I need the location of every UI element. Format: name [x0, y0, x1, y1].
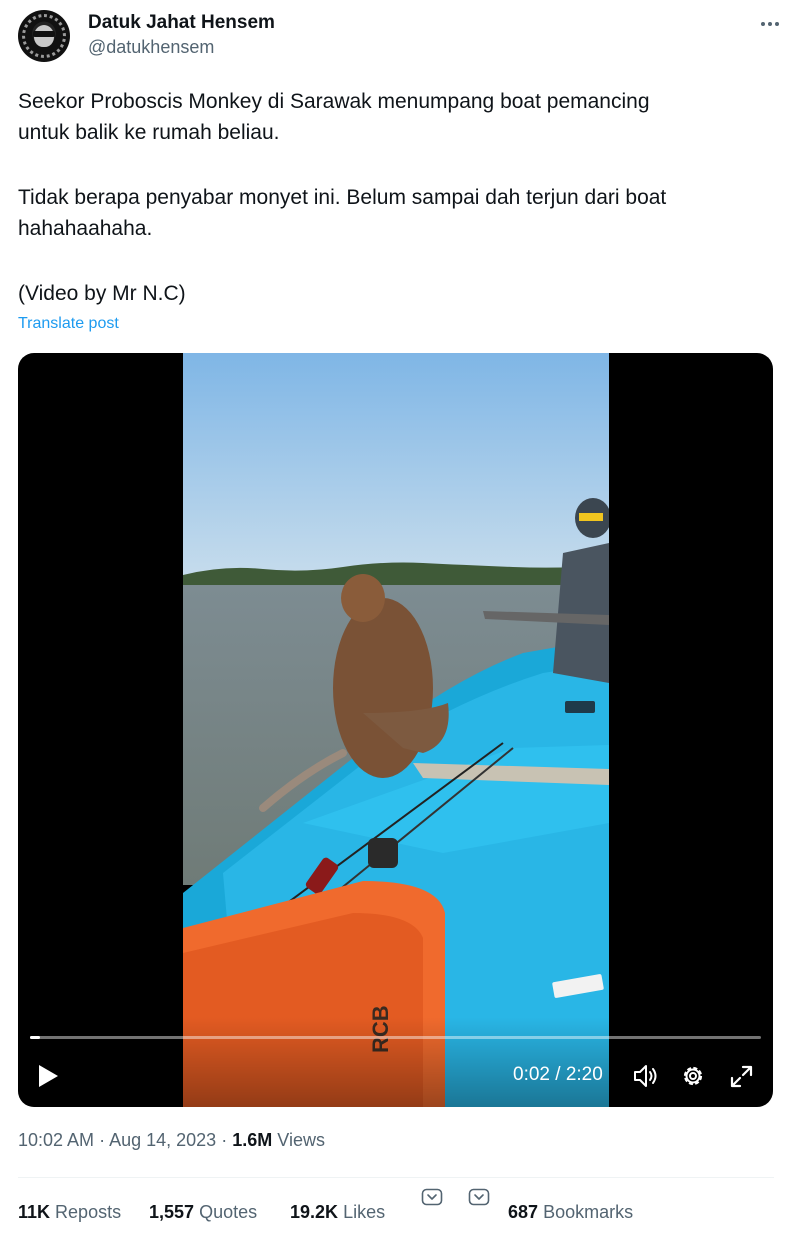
more-options-button[interactable]: [756, 12, 784, 36]
bookmarks-stat[interactable]: 687 Bookmarks: [508, 1202, 633, 1223]
chevron-down-icon[interactable]: [468, 1188, 490, 1208]
quotes-stat[interactable]: 1,557 Quotes: [149, 1202, 257, 1223]
meta-separator: ·: [99, 1130, 106, 1150]
likes-count: 19.2K: [290, 1202, 339, 1222]
tweet-header: Datuk Jahat Hensem @datukhensem: [18, 10, 784, 66]
engagement-stats: 11K Reposts 1,557 Quotes 19.2K Likes 687…: [18, 1188, 784, 1228]
tweet-text-line: hahahaahaha.: [18, 217, 153, 240]
bookmarks-label: Bookmarks: [543, 1202, 634, 1222]
reposts-label: Reposts: [55, 1202, 122, 1222]
fullscreen-icon: [730, 1065, 753, 1088]
views-label: Views: [277, 1130, 325, 1150]
volume-button[interactable]: [632, 1063, 660, 1089]
likes-label: Likes: [343, 1202, 386, 1222]
translate-post-link[interactable]: Translate post: [18, 315, 119, 333]
quotes-label: Quotes: [199, 1202, 258, 1222]
quotes-count: 1,557: [149, 1202, 195, 1222]
tweet-text-line: untuk balik ke rumah beliau.: [18, 121, 280, 144]
views-count: 1.6M: [232, 1130, 273, 1150]
post-time[interactable]: 10:02 AM: [18, 1130, 94, 1150]
settings-button[interactable]: [680, 1063, 706, 1089]
tweet-text-line: (Video by Mr N.C): [18, 282, 186, 305]
avatar-glasses: [33, 31, 55, 37]
fullscreen-button[interactable]: [729, 1064, 754, 1089]
video-player[interactable]: RCB 0:02 / 2:20: [18, 353, 773, 1107]
video-frame[interactable]: RCB: [183, 353, 609, 1107]
bookmarks-count: 687: [508, 1202, 539, 1222]
play-icon: [39, 1065, 58, 1087]
tweet-text-line: Tidak berapa penyabar monyet ini. Belum …: [18, 186, 667, 209]
display-name[interactable]: Datuk Jahat Hensem: [88, 12, 275, 34]
reposts-count: 11K: [18, 1202, 51, 1222]
video-progress-fill: [30, 1036, 41, 1039]
meta-separator: ·: [221, 1130, 228, 1150]
play-button[interactable]: [36, 1063, 60, 1089]
dot-icon: [761, 22, 765, 26]
post-date[interactable]: Aug 14, 2023: [109, 1130, 216, 1150]
video-still-image: RCB: [183, 353, 609, 1107]
avatar[interactable]: [18, 10, 70, 62]
gear-icon: [683, 1066, 703, 1086]
tweet-meta: 10:02 AM · Aug 14, 2023 · 1.6M Views: [18, 1130, 325, 1151]
video-progress-bar[interactable]: [30, 1036, 761, 1039]
divider: [18, 1177, 774, 1178]
tweet-text-line: Seekor Proboscis Monkey di Sarawak menum…: [18, 90, 650, 113]
reposts-stat[interactable]: 11K Reposts: [18, 1202, 121, 1223]
tweet-text: Seekor Proboscis Monkey di Sarawak menum…: [18, 86, 784, 309]
user-handle[interactable]: @datukhensem: [88, 37, 214, 58]
chevron-down-icon[interactable]: [421, 1188, 443, 1208]
video-controls-overlay: [18, 1017, 773, 1107]
volume-icon: [634, 1065, 657, 1087]
dot-icon: [768, 22, 772, 26]
dot-icon: [775, 22, 779, 26]
likes-stat[interactable]: 19.2K Likes: [290, 1202, 385, 1223]
video-time: 0:02 / 2:20: [513, 1064, 603, 1085]
